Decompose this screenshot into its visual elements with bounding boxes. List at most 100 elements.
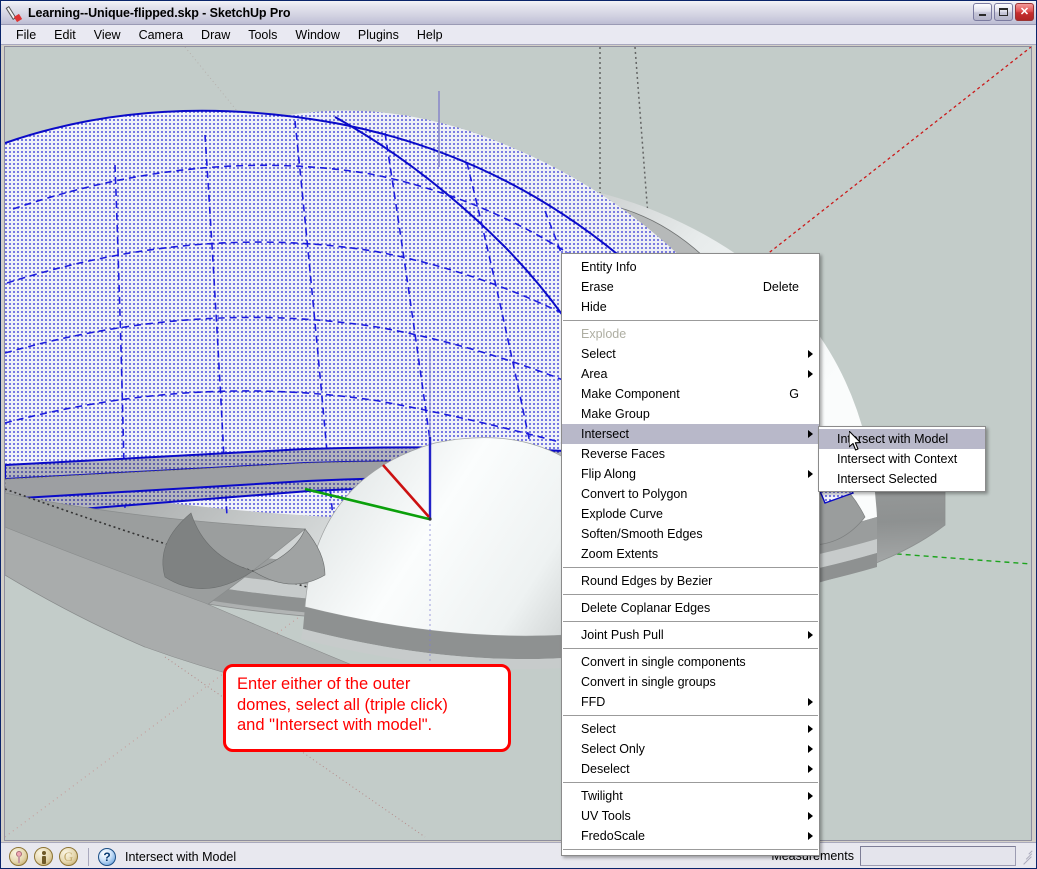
context-menu-item-hide[interactable]: Hide xyxy=(562,297,819,317)
menu-item-label: Joint Push Pull xyxy=(581,628,664,642)
context-menu-item-delete-coplanar-edges[interactable]: Delete Coplanar Edges xyxy=(562,598,819,618)
menu-separator xyxy=(563,621,818,622)
window-title-bar: Learning--Unique-flipped.skp - SketchUp … xyxy=(1,1,1036,25)
submenu-arrow-icon xyxy=(808,765,813,773)
menu-edit[interactable]: Edit xyxy=(45,26,85,44)
geo-location-icon[interactable] xyxy=(9,847,28,866)
instruction-callout: Enter either of the outer domes, select … xyxy=(223,664,511,752)
context-menu-item-area[interactable]: Area xyxy=(562,364,819,384)
geo-person-icon[interactable] xyxy=(34,847,53,866)
menu-item-label: Select xyxy=(581,722,616,736)
callout-line-3: and "Intersect with model". xyxy=(237,716,433,734)
context-menu-item-fredoscale[interactable]: FredoScale xyxy=(562,826,819,846)
context-menu-item-zoom-extents[interactable]: Zoom Extents xyxy=(562,544,819,564)
submenu-item-intersect-with-context[interactable]: Intersect with Context xyxy=(819,449,985,469)
submenu-item-intersect-selected[interactable]: Intersect Selected xyxy=(819,469,985,489)
status-message: Intersect with Model xyxy=(125,849,237,864)
menu-item-label: Entity Info xyxy=(581,260,637,274)
menu-item-label: Soften/Smooth Edges xyxy=(581,527,703,541)
context-menu-item-twilight[interactable]: Twilight xyxy=(562,786,819,806)
submenu-arrow-icon xyxy=(808,745,813,753)
context-menu-item-select-2[interactable]: Select xyxy=(562,719,819,739)
menu-item-label: Reverse Faces xyxy=(581,447,666,461)
context-menu-item-convert-in-single-components[interactable]: Convert in single components xyxy=(562,652,819,672)
menu-separator xyxy=(563,567,818,568)
context-menu-item-convert-to-polygon[interactable]: Convert to Polygon xyxy=(562,484,819,504)
menu-help[interactable]: Help xyxy=(408,26,452,44)
menu-draw[interactable]: Draw xyxy=(192,26,239,44)
context-menu-item-explode: Explode xyxy=(562,324,819,344)
main-menu-bar: File Edit View Camera Draw Tools Window … xyxy=(1,25,1036,45)
minimize-button[interactable] xyxy=(973,3,992,21)
context-menu-item-intersect[interactable]: Intersect xyxy=(562,424,819,444)
status-bar-divider xyxy=(88,847,89,866)
menu-separator xyxy=(563,320,818,321)
menu-item-label: Explode Curve xyxy=(581,507,663,521)
menu-item-accelerator: Delete xyxy=(762,280,799,294)
close-button[interactable]: ✕ xyxy=(1015,3,1034,21)
menu-item-label: Make Group xyxy=(581,407,650,421)
menu-item-label: Erase xyxy=(581,280,614,294)
menu-tools[interactable]: Tools xyxy=(239,26,286,44)
context-menu-item-flip-along[interactable]: Flip Along xyxy=(562,464,819,484)
menu-window[interactable]: Window xyxy=(286,26,348,44)
sketchup-application-window: Learning--Unique-flipped.skp - SketchUp … xyxy=(0,0,1037,869)
window-controls: ✕ xyxy=(973,3,1034,21)
submenu-arrow-icon xyxy=(808,370,813,378)
menu-item-label: Area xyxy=(581,367,608,381)
menu-item-label: Make Component xyxy=(581,387,680,401)
menu-item-label: Deselect xyxy=(581,762,630,776)
submenu-arrow-icon xyxy=(808,792,813,800)
context-menu-item-make-component[interactable]: Make Component G xyxy=(562,384,819,404)
menu-separator xyxy=(563,594,818,595)
menu-item-label: Select xyxy=(581,347,616,361)
context-menu-item-reverse-faces[interactable]: Reverse Faces xyxy=(562,444,819,464)
submenu-arrow-icon xyxy=(808,698,813,706)
measurements-input[interactable] xyxy=(860,846,1016,866)
menu-camera[interactable]: Camera xyxy=(130,26,192,44)
context-menu-item-select-only[interactable]: Select Only xyxy=(562,739,819,759)
window-title: Learning--Unique-flipped.skp - SketchUp … xyxy=(28,5,291,20)
context-menu-item-joint-push-pull[interactable]: Joint Push Pull xyxy=(562,625,819,645)
question-mark-icon[interactable]: ? xyxy=(98,847,116,866)
context-menu-item-erase[interactable]: Erase Delete xyxy=(562,277,819,297)
submenu-arrow-icon xyxy=(808,812,813,820)
context-menu-item-explode-curve[interactable]: Explode Curve xyxy=(562,504,819,524)
menu-item-label: Hide xyxy=(581,300,607,314)
context-menu-item-make-group[interactable]: Make Group xyxy=(562,404,819,424)
menu-item-label: Select Only xyxy=(581,742,645,756)
intersect-submenu: Intersect with Model Intersect with Cont… xyxy=(818,426,986,492)
context-menu-item-deselect[interactable]: Deselect xyxy=(562,759,819,779)
context-menu-item-entity-info[interactable]: Entity Info xyxy=(562,257,819,277)
context-menu: Entity Info Erase Delete Hide Explode Se… xyxy=(561,253,820,856)
menu-item-label: Intersect xyxy=(581,427,629,441)
menu-item-label: Intersect Selected xyxy=(837,472,938,486)
submenu-arrow-icon xyxy=(808,725,813,733)
submenu-item-intersect-with-model[interactable]: Intersect with Model xyxy=(819,429,985,449)
context-menu-item-convert-in-single-groups[interactable]: Convert in single groups xyxy=(562,672,819,692)
menu-item-label: FredoScale xyxy=(581,829,645,843)
maximize-button[interactable] xyxy=(994,3,1013,21)
geo-google-icon[interactable]: G xyxy=(59,847,78,866)
menu-item-label: Delete Coplanar Edges xyxy=(581,601,711,615)
menu-plugins[interactable]: Plugins xyxy=(349,26,408,44)
menu-separator xyxy=(563,782,818,783)
menu-item-label: Convert in single components xyxy=(581,655,746,669)
resize-grip-icon[interactable] xyxy=(1019,849,1034,865)
context-menu-item-uv-tools[interactable]: UV Tools xyxy=(562,806,819,826)
menu-separator xyxy=(563,648,818,649)
callout-line-1: Enter either of the outer xyxy=(237,675,411,693)
submenu-arrow-icon xyxy=(808,470,813,478)
submenu-arrow-icon xyxy=(808,430,813,438)
context-menu-item-ffd[interactable]: FFD xyxy=(562,692,819,712)
menu-item-label: Twilight xyxy=(581,789,623,803)
menu-view[interactable]: View xyxy=(85,26,130,44)
menu-separator xyxy=(563,849,818,850)
context-menu-item-soften-smooth-edges[interactable]: Soften/Smooth Edges xyxy=(562,524,819,544)
menu-file[interactable]: File xyxy=(7,26,45,44)
menu-item-label: Intersect with Context xyxy=(837,452,958,466)
context-menu-item-round-edges-by-bezier[interactable]: Round Edges by Bezier xyxy=(562,571,819,591)
menu-item-label: Convert to Polygon xyxy=(581,487,688,501)
menu-item-label: Flip Along xyxy=(581,467,636,481)
context-menu-item-select[interactable]: Select xyxy=(562,344,819,364)
